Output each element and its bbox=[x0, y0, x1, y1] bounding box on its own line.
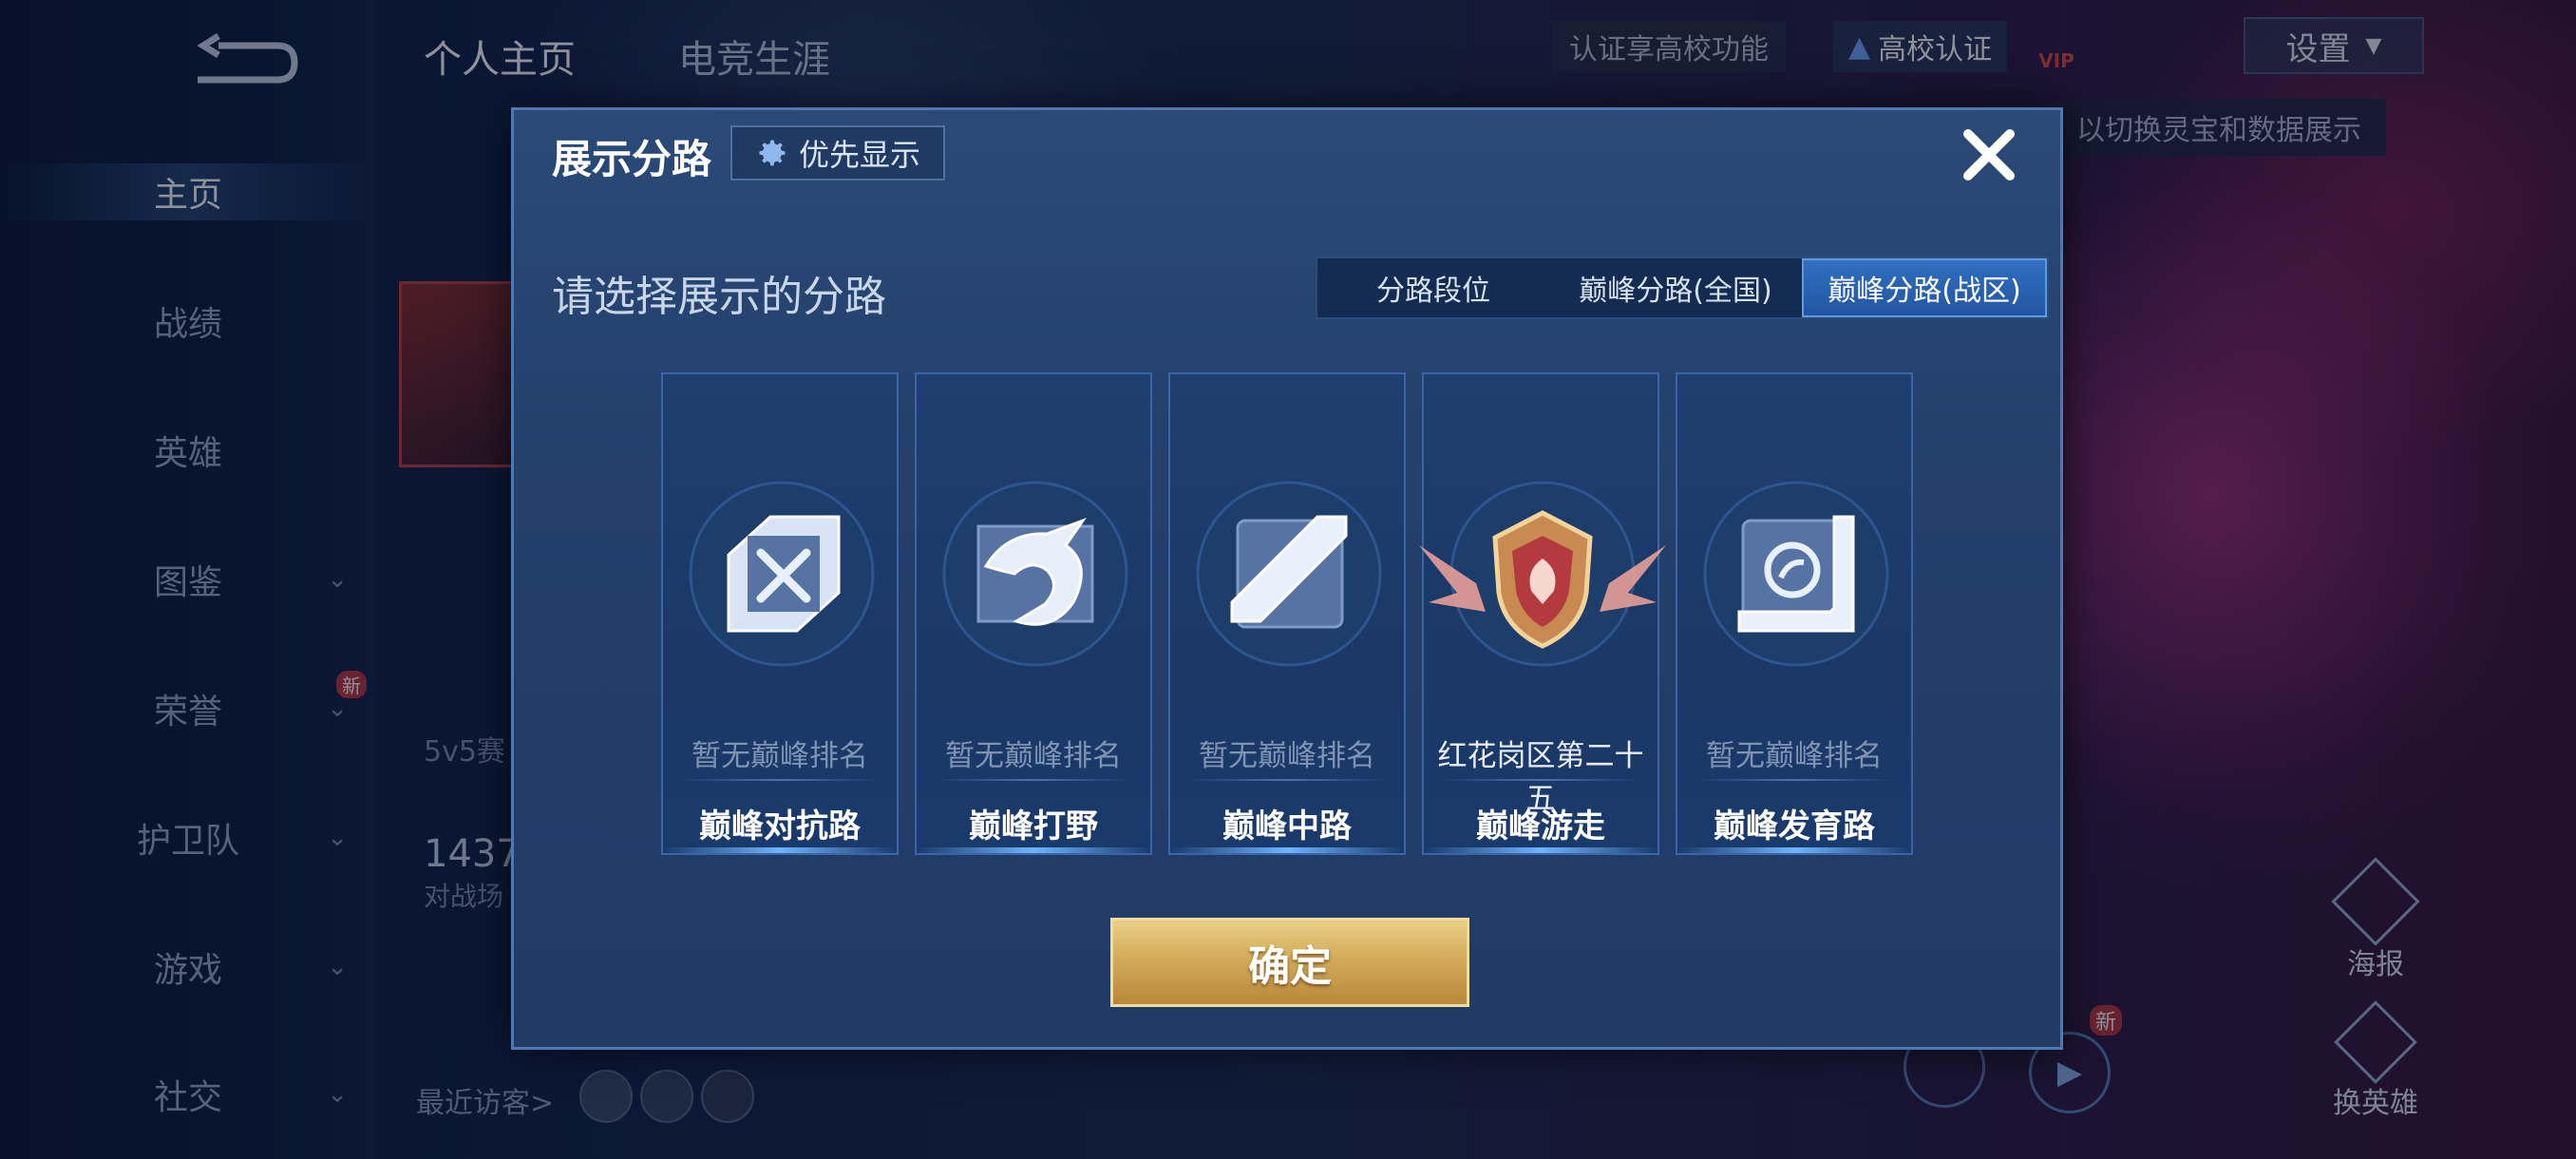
lane-type-tabs: 分路段位 巅峰分路(全国) 巅峰分路(战区) bbox=[1316, 256, 2049, 319]
lane-card-clash[interactable]: 暂无巅峰排名 巅峰对抗路 bbox=[661, 372, 899, 855]
close-button[interactable] bbox=[1956, 122, 2022, 188]
priority-display-button[interactable]: 优先显示 bbox=[730, 125, 945, 180]
peak-rank-text: 暂无巅峰排名 bbox=[691, 739, 868, 773]
dialog-title: 展示分路 bbox=[552, 136, 712, 182]
lane-name: 巅峰中路 bbox=[1222, 808, 1352, 846]
tab-peak-region[interactable]: 巅峰分路(战区) bbox=[1802, 258, 2047, 317]
dialog-prompt: 请选择展示的分路 bbox=[552, 273, 886, 321]
priority-display-label: 优先显示 bbox=[798, 137, 920, 173]
tab-label: 巅峰分路(战区) bbox=[1828, 275, 2021, 308]
peak-rank-text: 暂无巅峰排名 bbox=[1199, 739, 1375, 773]
card-divider bbox=[1696, 779, 1892, 781]
lane-name: 巅峰发育路 bbox=[1714, 808, 1875, 846]
card-divider bbox=[1443, 779, 1638, 781]
card-divider bbox=[1189, 779, 1385, 781]
tab-label: 巅峰分路(全国) bbox=[1579, 275, 1772, 308]
lane-card-jungle[interactable]: 暂无巅峰排名 巅峰打野 bbox=[915, 372, 1152, 855]
tab-lane-rank[interactable]: 分路段位 bbox=[1317, 258, 1549, 317]
lane-name: 巅峰游走 bbox=[1476, 808, 1605, 846]
lane-display-dialog: 展示分路 优先显示 请选择展示的分路 分路段位 巅峰分路(全国) 巅峰分路(战区… bbox=[511, 107, 2063, 1050]
lane-card-farm[interactable]: 暂无巅峰排名 巅峰发育路 bbox=[1676, 372, 1913, 855]
jungle-dragon-icon bbox=[942, 481, 1128, 667]
lane-name: 巅峰打野 bbox=[969, 808, 1098, 846]
roam-crest-icon bbox=[1419, 481, 1666, 667]
gear-icon bbox=[759, 140, 786, 166]
close-icon bbox=[1963, 129, 2015, 180]
card-divider bbox=[936, 779, 1131, 781]
lane-card-roam[interactable]: 红花岗区第二十五 巅峰游走 bbox=[1419, 372, 1666, 855]
tab-peak-national[interactable]: 巅峰分路(全国) bbox=[1549, 258, 1802, 317]
farm-lane-icon bbox=[1703, 481, 1889, 667]
clash-lane-icon bbox=[689, 481, 875, 667]
tab-label: 分路段位 bbox=[1376, 275, 1490, 308]
lane-card-mid[interactable]: 暂无巅峰排名 巅峰中路 bbox=[1168, 372, 1406, 855]
confirm-label: 确定 bbox=[1248, 942, 1332, 991]
peak-rank-text: 暂无巅峰排名 bbox=[945, 739, 1122, 773]
confirm-button[interactable]: 确定 bbox=[1110, 918, 1469, 1007]
lane-name: 巅峰对抗路 bbox=[699, 808, 861, 846]
peak-rank-text: 暂无巅峰排名 bbox=[1706, 739, 1883, 773]
mid-lane-icon bbox=[1196, 481, 1382, 667]
card-divider bbox=[682, 779, 878, 781]
